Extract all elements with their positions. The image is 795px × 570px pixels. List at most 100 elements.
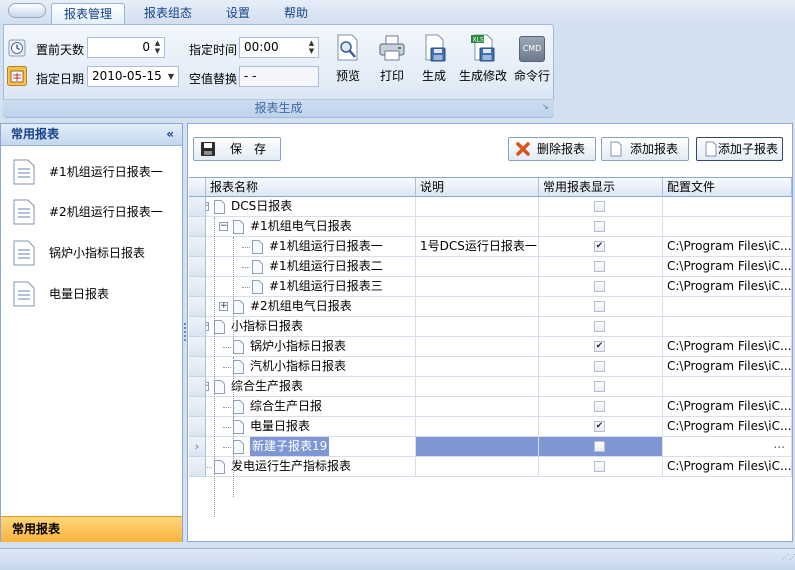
cmd-button[interactable]: CMD 命令行: [512, 33, 552, 85]
spin-arrows-icon[interactable]: ▲ ▼: [153, 39, 162, 56]
description-cell[interactable]: [416, 257, 539, 277]
browse-file-button[interactable]: ...: [774, 437, 785, 454]
favorite-checkbox[interactable]: ✔: [594, 241, 605, 252]
description-cell[interactable]: [416, 277, 539, 297]
delete-report-button[interactable]: 删除报表: [508, 137, 596, 161]
add-report-button[interactable]: 添加报表: [601, 137, 689, 161]
favorite-checkbox[interactable]: [594, 381, 605, 392]
table-row[interactable]: 电量日报表 ✔ C:\Program Files\iC...: [189, 417, 792, 437]
row-indicator[interactable]: [189, 337, 206, 357]
days-before-stepper[interactable]: 0 ▲ ▼: [87, 37, 165, 58]
tab-settings[interactable]: 设置: [214, 3, 262, 24]
row-indicator[interactable]: [189, 197, 206, 217]
table-row[interactable]: 汽机小指标日报表 C:\Program Files\iC...: [189, 357, 792, 377]
app-menu-button[interactable]: [8, 3, 46, 18]
tab-report-config[interactable]: 报表组态: [132, 3, 204, 24]
row-indicator[interactable]: [189, 377, 206, 397]
name-cell[interactable]: 电量日报表: [206, 417, 416, 437]
add-child-report-button[interactable]: 添加子报表: [696, 137, 783, 161]
favorite-checkbox[interactable]: [594, 461, 605, 472]
row-indicator[interactable]: ›: [189, 437, 206, 457]
collapse-icon[interactable]: −: [206, 322, 209, 331]
favorite-checkbox[interactable]: ✔: [594, 421, 605, 432]
name-cell[interactable]: #1机组运行日报表一: [206, 237, 416, 257]
resize-grip-icon[interactable]: ⋰⋰: [782, 554, 795, 565]
config-file-cell[interactable]: C:\Program Files\iC...: [663, 237, 792, 257]
config-file-cell[interactable]: ...: [663, 437, 792, 457]
description-cell[interactable]: [416, 317, 539, 337]
config-file-cell[interactable]: C:\Program Files\iC...: [663, 457, 792, 477]
collapse-icon[interactable]: −: [206, 382, 209, 391]
config-file-cell[interactable]: [663, 317, 792, 337]
config-file-cell[interactable]: [663, 217, 792, 237]
collapse-icon[interactable]: −: [219, 222, 228, 231]
table-row[interactable]: − #1机组电气日报表: [189, 217, 792, 237]
name-cell[interactable]: #1机组运行日报表三: [206, 277, 416, 297]
description-cell[interactable]: [416, 357, 539, 377]
date-picker[interactable]: 2010-05-15 ▼: [87, 66, 179, 87]
description-cell[interactable]: 1号DCS运行日报表一: [416, 237, 539, 257]
description-cell[interactable]: [416, 437, 539, 457]
column-header-config[interactable]: 配置文件: [663, 178, 792, 197]
row-indicator[interactable]: [189, 297, 206, 317]
description-cell[interactable]: [416, 217, 539, 237]
collapse-icon[interactable]: «: [166, 124, 174, 145]
description-cell[interactable]: [416, 417, 539, 437]
favorite-checkbox[interactable]: [594, 441, 605, 452]
table-row[interactable]: #1机组运行日报表二 C:\Program Files\iC...: [189, 257, 792, 277]
favorite-checkbox[interactable]: [594, 301, 605, 312]
config-file-cell[interactable]: C:\Program Files\iC...: [663, 397, 792, 417]
name-cell[interactable]: − 综合生产报表: [206, 377, 416, 397]
config-file-cell[interactable]: C:\Program Files\iC...: [663, 417, 792, 437]
description-cell[interactable]: [416, 197, 539, 217]
name-cell[interactable]: #1机组运行日报表二: [206, 257, 416, 277]
config-file-cell[interactable]: C:\Program Files\iC...: [663, 277, 792, 297]
row-indicator[interactable]: [189, 317, 206, 337]
name-cell[interactable]: 新建子报表19: [206, 437, 416, 457]
description-cell[interactable]: [416, 377, 539, 397]
row-indicator[interactable]: [189, 397, 206, 417]
name-cell[interactable]: 锅炉小指标日报表: [206, 337, 416, 357]
row-indicator[interactable]: [189, 357, 206, 377]
generate-edit-button[interactable]: XLS 生成修改: [457, 33, 509, 85]
table-row[interactable]: 发电运行生产指标报表 C:\Program Files\iC...: [189, 457, 792, 477]
time-stepper[interactable]: 00:00 ▲ ▼: [239, 37, 319, 58]
tab-report-management[interactable]: 报表管理: [51, 3, 125, 24]
dialog-launcher-icon[interactable]: ↘: [542, 102, 549, 111]
favorite-item[interactable]: #2机组运行日报表一: [11, 197, 163, 227]
expand-icon[interactable]: +: [219, 302, 228, 311]
config-file-cell[interactable]: [663, 377, 792, 397]
table-row[interactable]: #1机组运行日报表三 C:\Program Files\iC...: [189, 277, 792, 297]
favorite-item[interactable]: 锅炉小指标日报表: [11, 238, 145, 268]
row-indicator[interactable]: [189, 457, 206, 477]
config-file-cell[interactable]: [663, 297, 792, 317]
favorite-checkbox[interactable]: [594, 261, 605, 272]
config-file-cell[interactable]: C:\Program Files\iC...: [663, 257, 792, 277]
favorite-checkbox[interactable]: [594, 201, 605, 212]
row-indicator[interactable]: [189, 417, 206, 437]
null-replace-field[interactable]: - -: [239, 66, 319, 87]
column-header-name[interactable]: 报表名称: [206, 178, 416, 197]
column-header-favorite[interactable]: 常用报表显示: [539, 178, 663, 197]
row-indicator[interactable]: [189, 257, 206, 277]
name-cell[interactable]: 汽机小指标日报表: [206, 357, 416, 377]
favorite-checkbox[interactable]: [594, 401, 605, 412]
column-header-description[interactable]: 说明: [416, 178, 539, 197]
save-button[interactable]: 保 存: [193, 137, 281, 161]
chevron-down-icon[interactable]: ▼: [168, 67, 174, 86]
row-indicator[interactable]: [189, 277, 206, 297]
description-cell[interactable]: [416, 337, 539, 357]
row-indicator[interactable]: [189, 237, 206, 257]
name-cell[interactable]: 综合生产日报: [206, 397, 416, 417]
splitter-grip[interactable]: [184, 323, 186, 341]
name-cell[interactable]: − DCS日报表: [206, 197, 416, 217]
table-row[interactable]: #1机组运行日报表一 1号DCS运行日报表一 ✔ C:\Program Files\i…: [189, 237, 792, 257]
row-indicator[interactable]: [189, 217, 206, 237]
spin-arrows-icon[interactable]: ▲ ▼: [307, 39, 316, 56]
description-cell[interactable]: [416, 297, 539, 317]
name-cell[interactable]: + #2机组电气日报表: [206, 297, 416, 317]
config-file-cell[interactable]: C:\Program Files\iC...: [663, 337, 792, 357]
favorite-checkbox[interactable]: [594, 361, 605, 372]
generate-button[interactable]: 生成: [414, 33, 454, 85]
name-cell[interactable]: − #1机组电气日报表: [206, 217, 416, 237]
